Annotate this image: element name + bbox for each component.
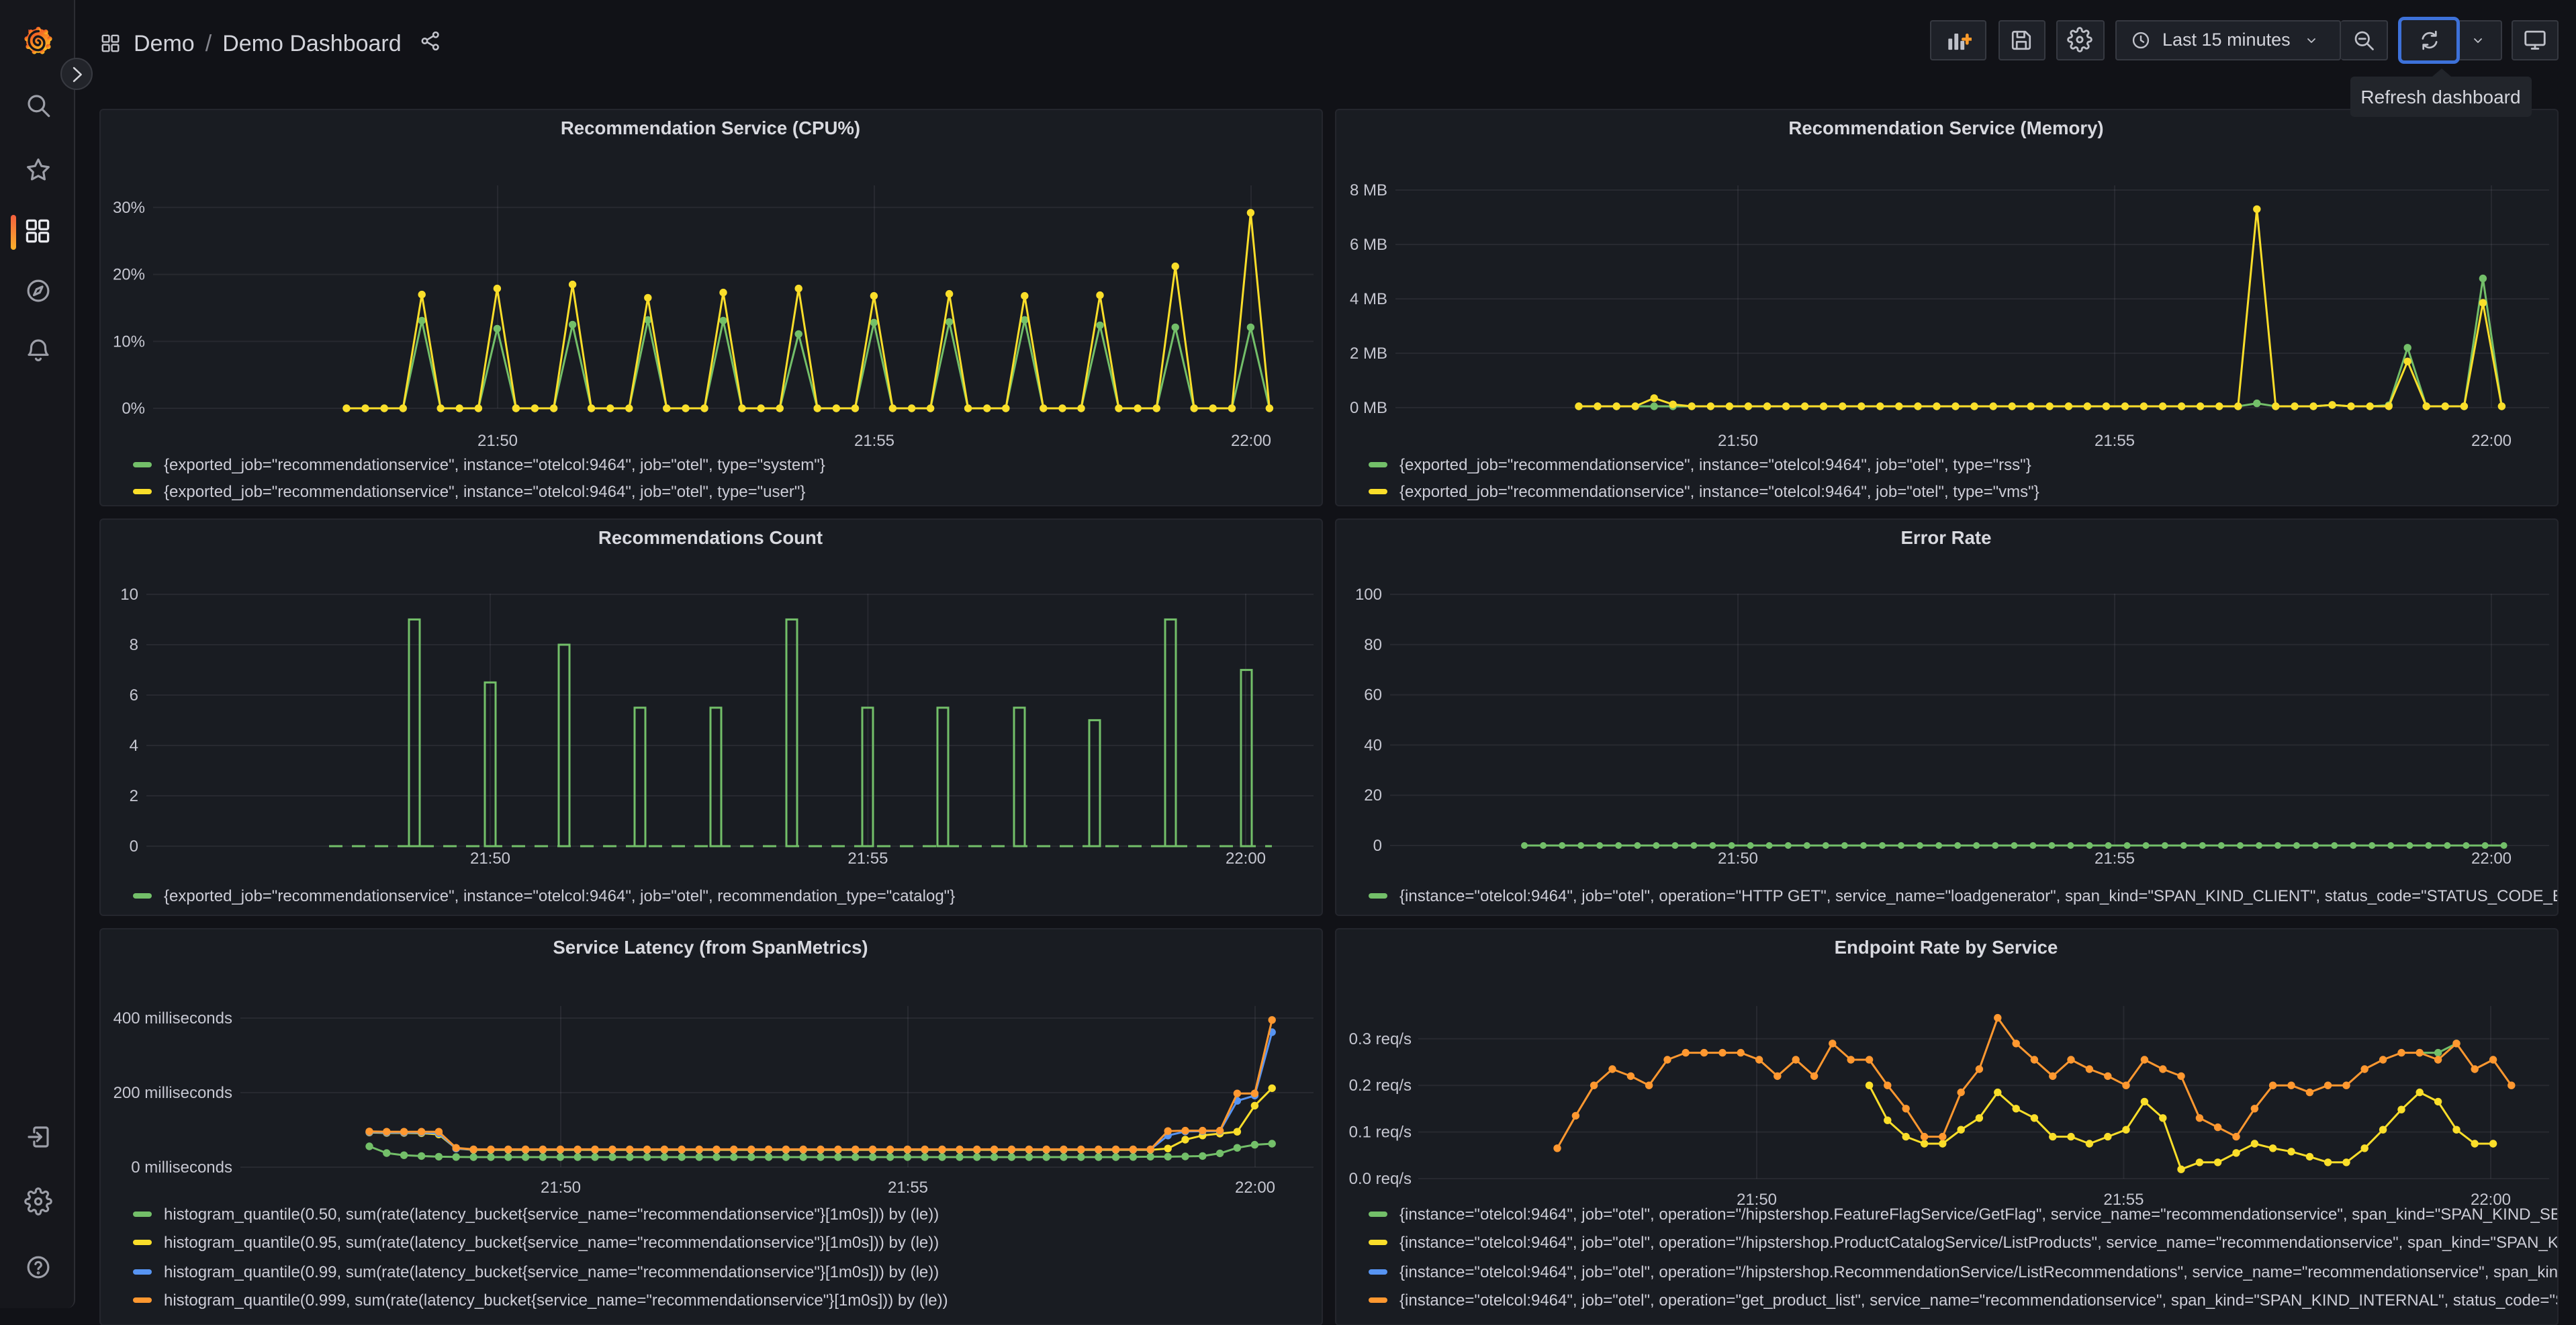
svg-text:8 MB: 8 MB bbox=[1349, 181, 1387, 199]
svg-text:21:55: 21:55 bbox=[847, 849, 887, 867]
svg-text:21:55: 21:55 bbox=[854, 431, 894, 449]
svg-text:10: 10 bbox=[120, 585, 138, 603]
svg-text:21:50: 21:50 bbox=[1717, 431, 1757, 449]
svg-text:400 milliseconds: 400 milliseconds bbox=[113, 1009, 232, 1027]
svg-text:21:55: 21:55 bbox=[2094, 431, 2134, 449]
svg-text:21:50: 21:50 bbox=[540, 1178, 580, 1196]
svg-text:20: 20 bbox=[1363, 786, 1381, 804]
svg-text:0 MB: 0 MB bbox=[1349, 398, 1387, 416]
svg-text:21:50: 21:50 bbox=[477, 431, 517, 449]
svg-text:21:50: 21:50 bbox=[1717, 849, 1757, 867]
svg-text:22:00: 22:00 bbox=[1225, 849, 1265, 867]
svg-text:10%: 10% bbox=[112, 332, 144, 350]
svg-text:0: 0 bbox=[129, 837, 138, 855]
svg-text:6 MB: 6 MB bbox=[1349, 235, 1387, 253]
svg-text:22:00: 22:00 bbox=[1230, 431, 1271, 449]
svg-text:20%: 20% bbox=[112, 265, 144, 283]
svg-text:0 milliseconds: 0 milliseconds bbox=[130, 1158, 232, 1176]
svg-text:0.2 req/s: 0.2 req/s bbox=[1348, 1076, 1411, 1094]
svg-text:0.1 req/s: 0.1 req/s bbox=[1348, 1123, 1411, 1141]
svg-text:21:55: 21:55 bbox=[887, 1178, 927, 1196]
svg-text:22:00: 22:00 bbox=[1234, 1178, 1275, 1196]
svg-text:30%: 30% bbox=[112, 198, 144, 216]
svg-text:0: 0 bbox=[1373, 836, 1381, 854]
svg-text:21:55: 21:55 bbox=[2094, 849, 2134, 867]
svg-text:22:00: 22:00 bbox=[2471, 849, 2511, 867]
svg-text:200 milliseconds: 200 milliseconds bbox=[113, 1083, 232, 1101]
svg-text:4 MB: 4 MB bbox=[1349, 289, 1387, 308]
svg-text:2 MB: 2 MB bbox=[1349, 344, 1387, 362]
svg-text:22:00: 22:00 bbox=[2471, 431, 2511, 449]
svg-text:2: 2 bbox=[129, 786, 138, 805]
svg-text:4: 4 bbox=[129, 736, 138, 754]
svg-text:40: 40 bbox=[1363, 735, 1381, 753]
svg-text:21:50: 21:50 bbox=[469, 849, 510, 867]
svg-text:8: 8 bbox=[129, 635, 138, 653]
svg-text:80: 80 bbox=[1363, 635, 1381, 653]
svg-text:0.0 req/s: 0.0 req/s bbox=[1348, 1169, 1411, 1187]
svg-text:0.3 req/s: 0.3 req/s bbox=[1348, 1030, 1411, 1048]
svg-text:100: 100 bbox=[1354, 585, 1381, 603]
svg-text:0%: 0% bbox=[121, 399, 144, 417]
svg-text:60: 60 bbox=[1363, 686, 1381, 704]
svg-text:6: 6 bbox=[129, 686, 138, 704]
